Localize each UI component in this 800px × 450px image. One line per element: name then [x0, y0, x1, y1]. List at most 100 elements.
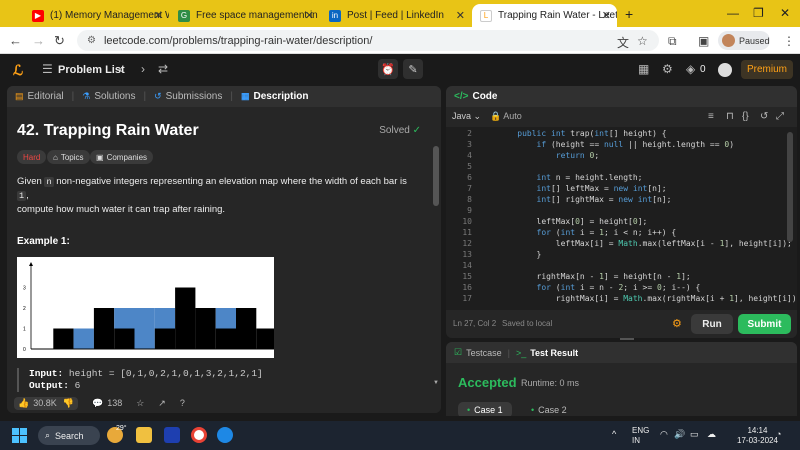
profile-status: Paused	[739, 35, 770, 46]
reset-icon[interactable]: ↺	[760, 111, 768, 122]
browser-tab-gfg[interactable]: G Free space management in Op ✕	[170, 4, 320, 27]
browser-tab-linkedin[interactable]: in Post | Feed | LinkedIn ✕	[321, 4, 471, 27]
comment-icon: 💬	[91, 397, 104, 408]
close-tab-icon[interactable]: ✕	[602, 9, 611, 22]
tab-testcase[interactable]: Testcase	[466, 348, 502, 358]
premium-button[interactable]: Premium	[741, 60, 793, 79]
restore-icon[interactable]: ❐	[753, 6, 764, 20]
left-panel-tabs: ▤ Editorial | ⚗ Solutions | ↺ Submissions |…	[7, 86, 441, 107]
forward-icon[interactable]: →	[32, 33, 45, 48]
streak-icon[interactable]: ◈	[686, 62, 695, 76]
sidepanel-icon[interactable]: ▣	[698, 34, 709, 48]
code-scrollbar[interactable]	[787, 132, 793, 242]
auto-mode-toggle[interactable]: 🔒 Auto	[490, 111, 522, 122]
cloud-icon[interactable]: ☁	[707, 429, 716, 440]
input-label: Input:	[29, 368, 64, 379]
companies-chip[interactable]: ▣ Companies	[90, 150, 154, 164]
tab-label: Submissions	[165, 91, 223, 102]
topics-chip[interactable]: ⌂ Topics	[47, 150, 90, 164]
layout-icon[interactable]: ▦	[638, 62, 649, 76]
tab-test-result[interactable]: Test Result	[530, 348, 578, 358]
menu-kebab-icon[interactable]: ⋮	[783, 34, 795, 48]
thumbs-down-icon[interactable]: 👎	[63, 398, 74, 409]
tab-editorial[interactable]: ▤ Editorial	[7, 91, 72, 102]
like-button[interactable]: 👍 30.8K 👎	[14, 396, 78, 410]
url-bar[interactable]: ⚙ leetcode.com/problems/trapping-rain-wa…	[77, 30, 659, 51]
problem-list-link[interactable]: Problem List	[58, 64, 125, 76]
line-text: leftMax[0] = height[0];	[498, 217, 648, 226]
translate-icon[interactable]: 文	[617, 34, 629, 51]
volume-icon[interactable]: 🔊	[674, 429, 685, 440]
browser-tab-youtube[interactable]: ▶ (1) Memory Management With ✕	[24, 4, 169, 27]
help-icon[interactable]: ?	[180, 398, 185, 408]
intellij-icon[interactable]	[164, 427, 180, 443]
comments-button[interactable]: 💬 138	[92, 398, 122, 409]
water-bar	[215, 308, 236, 329]
scroll-down-icon[interactable]: ▼	[433, 380, 439, 386]
braces-icon[interactable]: {}	[742, 111, 749, 122]
extensions-icon[interactable]: ⧉	[668, 34, 677, 49]
tab-description[interactable]: ▦ Description	[233, 91, 317, 102]
elevation-bar	[256, 328, 274, 349]
profile-button[interactable]: Paused	[718, 31, 770, 50]
fullscreen-icon[interactable]: ⤢	[776, 111, 784, 122]
new-tab-button[interactable]: +	[625, 6, 633, 22]
reload-icon[interactable]: ↻	[54, 33, 65, 49]
windows-start-icon[interactable]	[12, 428, 27, 443]
browser-tab-strip: ▶ (1) Memory Management With ✕ G Free sp…	[0, 0, 800, 27]
minimize-icon[interactable]: —	[727, 6, 739, 20]
wifi-icon[interactable]: ◠	[660, 429, 668, 440]
leetcode-logo-icon[interactable]: ℒ	[13, 62, 27, 78]
edge-icon[interactable]	[217, 427, 233, 443]
code-line: 15 rightMax[n - 1] = height[n - 1];	[446, 272, 797, 283]
user-avatar[interactable]	[718, 63, 732, 77]
shuffle-icon[interactable]: ⇄	[158, 62, 168, 76]
submit-button[interactable]: Submit	[738, 314, 791, 334]
tab-solutions[interactable]: ⚗ Solutions	[74, 91, 143, 102]
share-icon[interactable]: ↗	[158, 398, 166, 409]
code-line: 9	[446, 206, 797, 217]
saved-status: Saved to local	[502, 319, 553, 328]
code-line: 13 }	[446, 250, 797, 261]
timer-icon[interactable]: ⏰	[378, 59, 398, 79]
language-select[interactable]: Java ⌄	[452, 111, 481, 122]
code-editor[interactable]: 2 public int trap(int[] height) {3 if (h…	[446, 127, 797, 307]
browser-tab-leetcode[interactable]: L Trapping Rain Water - LeetCod ✕	[472, 4, 617, 27]
console-icon[interactable]: ⚙	[672, 317, 682, 330]
taskbar-clock[interactable]: 14:14 17-03-2024	[737, 426, 778, 446]
input-value: height = [0,1,0,2,1,0,1,3,2,1,2,1]	[68, 368, 263, 379]
tab-title: Post | Feed | LinkedIn	[347, 10, 444, 21]
case-1-tab[interactable]: • Case 1	[458, 402, 512, 416]
format-icon[interactable]: ≡	[708, 111, 714, 122]
run-button[interactable]: Run	[691, 314, 733, 334]
case-2-tab[interactable]: • Case 2	[522, 402, 576, 416]
close-window-icon[interactable]: ✕	[780, 6, 790, 20]
linkedin-icon: in	[329, 9, 341, 22]
difficulty-badge[interactable]: Hard	[17, 150, 47, 164]
code-line: 3 if (height == null || height.length ==…	[446, 140, 797, 151]
site-info-icon[interactable]: ⚙	[87, 35, 96, 46]
star-icon[interactable]: ☆	[136, 398, 144, 409]
close-tab-icon[interactable]: ✕	[154, 9, 163, 22]
file-explorer-icon[interactable]	[136, 427, 152, 443]
notes-icon[interactable]: ✎	[403, 59, 423, 79]
output-label: Output:	[29, 380, 69, 391]
taskbar-search[interactable]: ⌕ Search	[38, 426, 100, 445]
back-icon[interactable]: ←	[9, 33, 22, 48]
tab-submissions[interactable]: ↺ Submissions	[146, 91, 230, 102]
solved-status: Solved ✓	[379, 125, 421, 136]
tray-chevron-icon[interactable]: ^	[612, 429, 616, 439]
close-tab-icon[interactable]: ✕	[456, 9, 465, 22]
panel-resize-handle[interactable]	[620, 338, 634, 340]
next-problem-icon[interactable]: ›	[141, 62, 145, 76]
language-indicator[interactable]: ENG IN	[632, 426, 649, 446]
bookmark-star-icon[interactable]: ☆	[637, 34, 648, 48]
battery-icon[interactable]: ▭	[690, 429, 699, 440]
notifications-icon[interactable]: ◔	[776, 429, 781, 439]
chrome-icon[interactable]	[191, 427, 207, 443]
prev-problem-icon[interactable]: ‹	[119, 62, 123, 76]
settings-gear-icon[interactable]: ⚙	[662, 62, 673, 76]
scrollbar[interactable]	[433, 146, 439, 206]
bookmark-icon[interactable]: ⊓	[726, 111, 734, 122]
close-tab-icon[interactable]: ✕	[305, 9, 314, 22]
